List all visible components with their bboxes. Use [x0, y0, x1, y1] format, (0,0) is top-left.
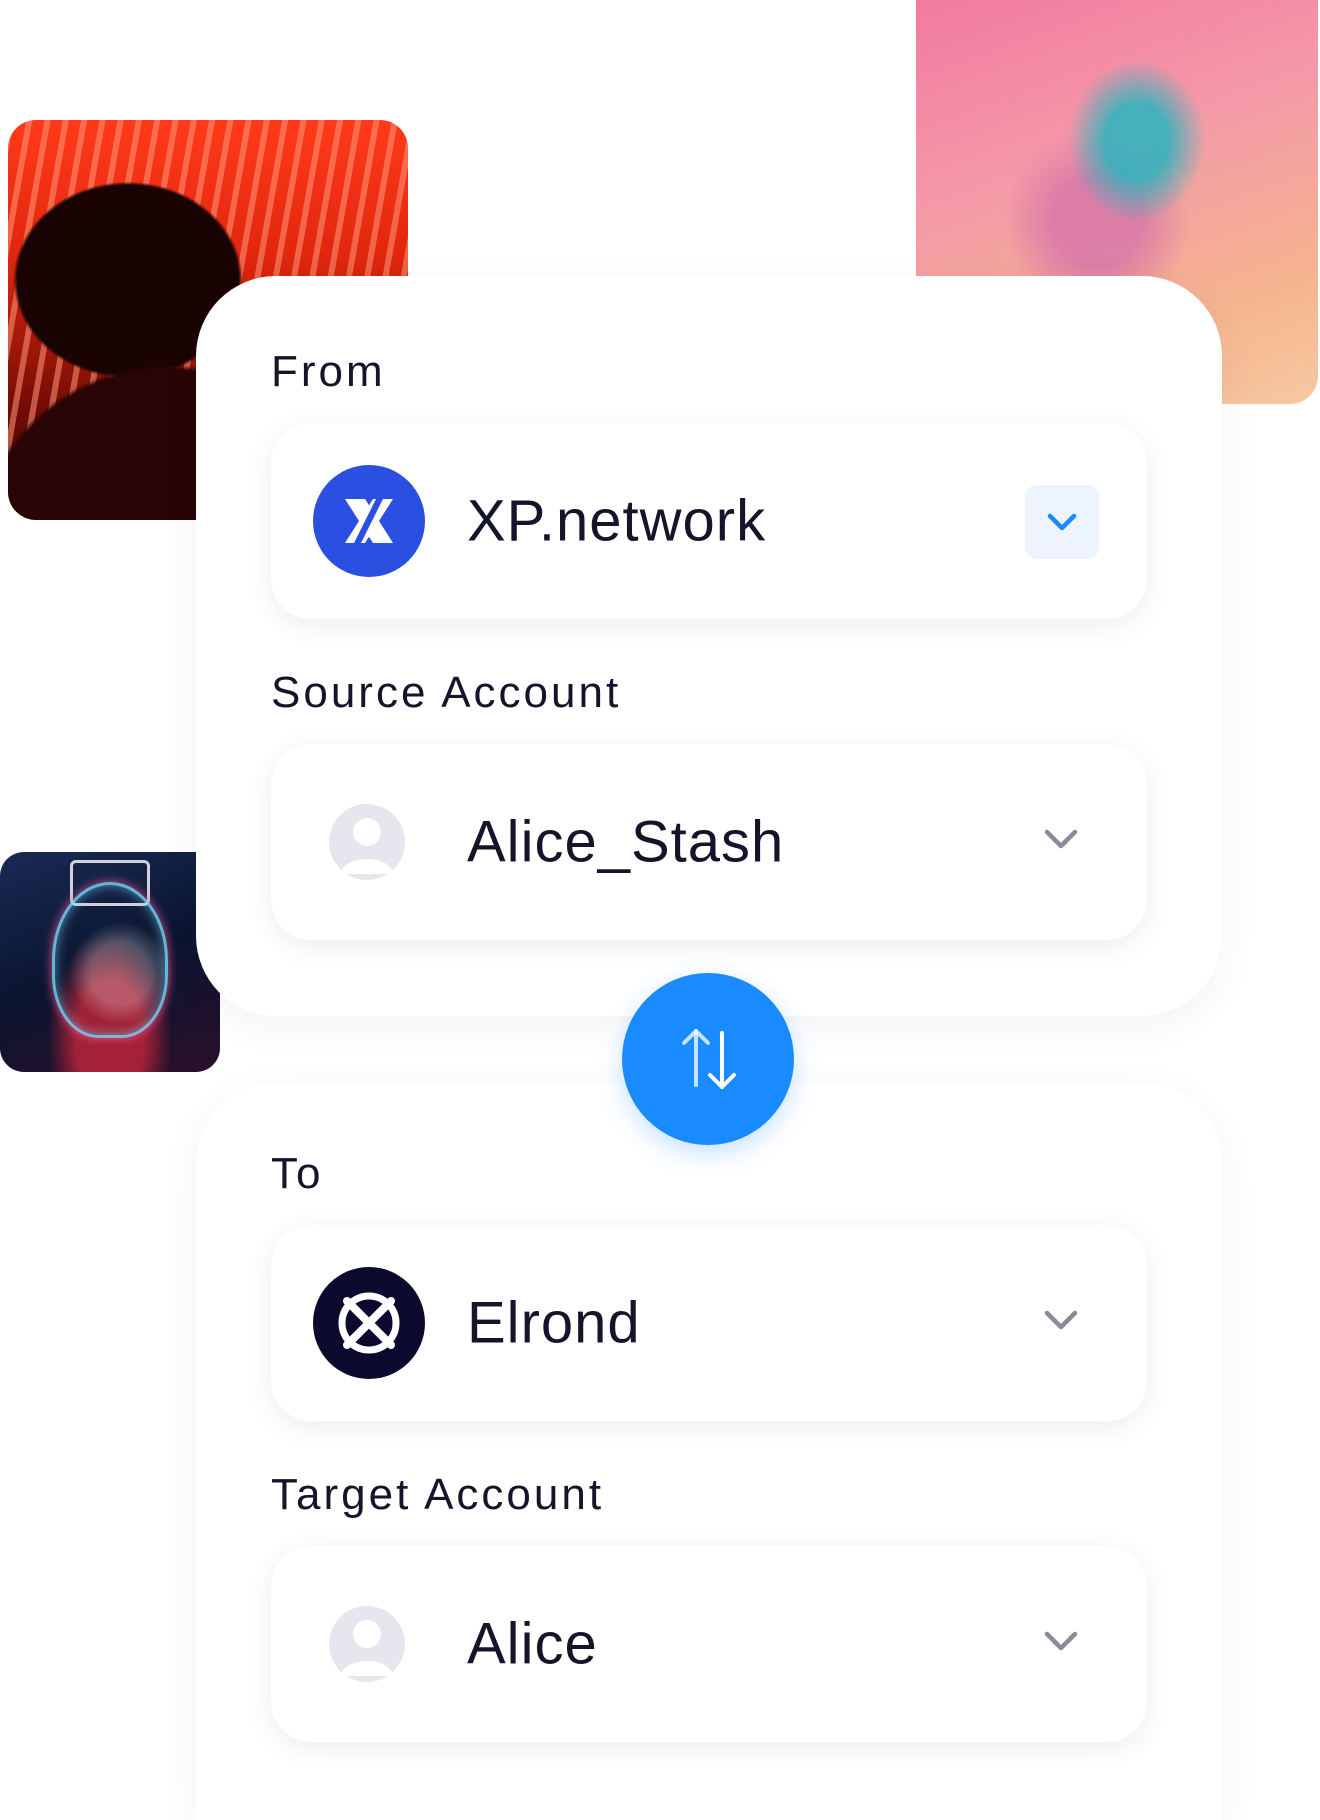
- to-label: To: [271, 1149, 324, 1198]
- chevron-down-icon[interactable]: [1039, 1618, 1083, 1662]
- target-account-name: Alice: [467, 1611, 598, 1677]
- chevron-down-icon[interactable]: [1025, 485, 1099, 559]
- to-chain-select[interactable]: Elrond: [271, 1225, 1147, 1421]
- target-account-label: Target Account: [271, 1470, 605, 1519]
- source-account-label: Source Account: [271, 668, 622, 717]
- source-account-name: Alice_Stash: [467, 809, 785, 875]
- chevron-down-icon[interactable]: [1039, 816, 1083, 860]
- target-account-select[interactable]: Alice: [271, 1546, 1147, 1742]
- xp-network-logo-icon: [313, 465, 425, 577]
- photo-neon-skull: [0, 852, 220, 1072]
- elrond-logo-icon: [313, 1267, 425, 1379]
- neon-skull-shape: [52, 882, 168, 1038]
- user-avatar-icon: [329, 804, 405, 880]
- source-account-select[interactable]: Alice_Stash: [271, 744, 1147, 940]
- from-chain-select[interactable]: XP.network: [271, 423, 1147, 619]
- swap-arrows-icon: [682, 1029, 736, 1089]
- user-avatar-icon: [329, 1606, 405, 1682]
- swap-button[interactable]: [622, 973, 794, 1145]
- from-chain-name: XP.network: [467, 488, 767, 554]
- chevron-down-icon[interactable]: [1039, 1297, 1083, 1341]
- to-chain-name: Elrond: [467, 1290, 641, 1356]
- from-label: From: [271, 347, 386, 396]
